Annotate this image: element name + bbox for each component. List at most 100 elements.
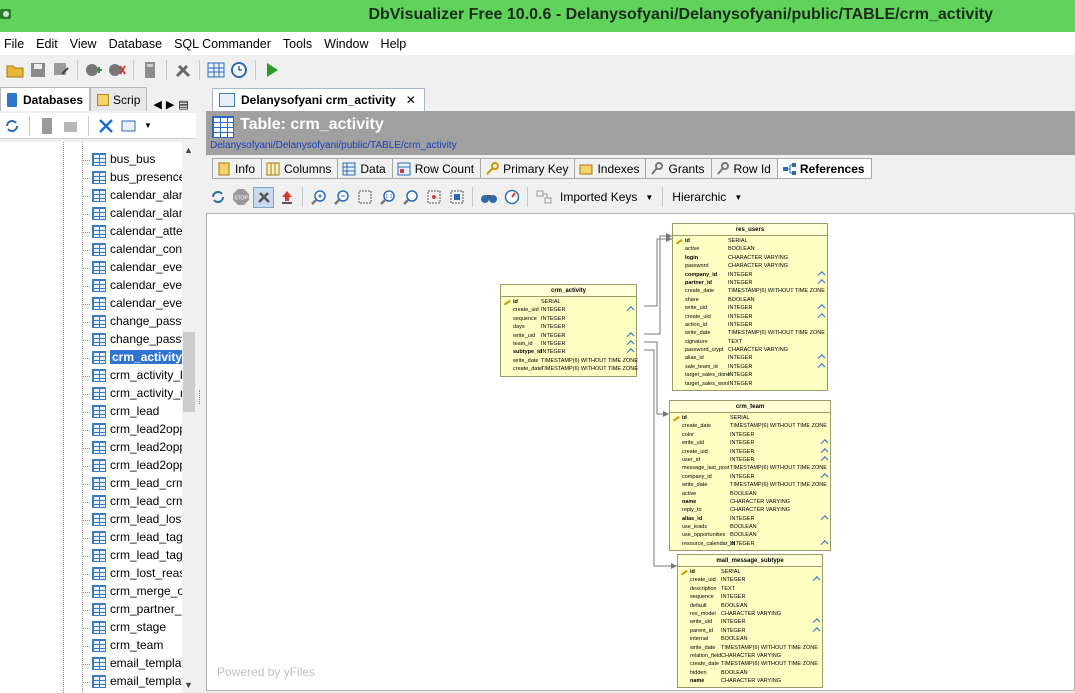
tree-item[interactable]: calendar_cont	[0, 241, 182, 259]
connect-icon[interactable]	[84, 60, 104, 80]
save-as-icon[interactable]	[51, 60, 71, 80]
er-column: write_uid INTEGER	[670, 439, 830, 448]
subtab-grants[interactable]: Grants	[645, 158, 711, 179]
er-table-crm-team[interactable]: crm_team id SERIAL create_date TIMESTAMP(6) …	[669, 400, 831, 552]
tab-list-icon[interactable]: ▤	[178, 98, 188, 111]
tree-item[interactable]: change_passw	[0, 313, 182, 331]
export-icon[interactable]	[276, 187, 297, 208]
document-tab[interactable]: Delanysofyani crm_activity ✕	[212, 88, 425, 111]
menu-sql-commander[interactable]: SQL Commander	[170, 37, 279, 51]
tree-item[interactable]: crm_activity_r	[0, 385, 182, 403]
subtab-row-count[interactable]: Row Count	[391, 158, 481, 179]
object-path[interactable]: Delanysofyani/Delanysofyani/public/TABLE…	[210, 140, 457, 151]
tree-item-label: crm_lost_reaso	[110, 566, 182, 580]
panel-splitter[interactable]	[196, 85, 204, 693]
subtab-indexes[interactable]: Indexes	[574, 158, 646, 179]
tree-item[interactable]: calendar_alarr	[0, 205, 182, 223]
subtab-data[interactable]: Data	[337, 158, 392, 179]
refresh-icon[interactable]	[207, 187, 228, 208]
tab-databases[interactable]: Databases	[0, 87, 91, 111]
tree-item[interactable]: crm_lead_tag	[0, 529, 182, 547]
subtab-primary-key[interactable]: Primary Key	[480, 158, 575, 179]
close-tab-icon[interactable]: ✕	[406, 93, 416, 107]
zoom-in-icon[interactable]	[308, 187, 329, 208]
er-table-crm-activity[interactable]: crm_activity id SERIAL create_uid INTEGER seq…	[500, 284, 638, 377]
save-icon[interactable]	[28, 60, 48, 80]
view-options-dropdown-icon[interactable]: ▼	[144, 121, 152, 130]
tree-item[interactable]: crm_lead_lost	[0, 511, 182, 529]
tree-item[interactable]: crm_lead_crm_	[0, 475, 182, 493]
fit-content-icon[interactable]	[423, 187, 444, 208]
tree-item[interactable]: bus_bus	[0, 151, 182, 169]
tree-item[interactable]: calendar_ever	[0, 295, 182, 313]
tree-item[interactable]: crm_lead2oppo	[0, 457, 182, 475]
tree-item[interactable]: crm_partner_b	[0, 601, 182, 619]
menu-file[interactable]: File	[0, 37, 32, 51]
open-folder-icon[interactable]	[5, 60, 25, 80]
layout-tools-icon[interactable]	[253, 186, 274, 208]
tree-item[interactable]: calendar_ever	[0, 277, 182, 295]
tree-item[interactable]: calendar_ever	[0, 259, 182, 277]
er-table-res-users[interactable]: res_users id SERIAL active BOOLEAN login CHARA…	[672, 223, 828, 392]
tree-item[interactable]: email_template	[0, 673, 182, 691]
subtab-row-id[interactable]: Row Id	[710, 158, 777, 179]
tree-item[interactable]: calendar_alarr	[0, 187, 182, 205]
graph-settings-icon[interactable]	[533, 187, 554, 208]
tree-item[interactable]: crm_lead2oppo	[0, 439, 182, 457]
tree-item[interactable]: crm_lead_crm_	[0, 493, 182, 511]
keys-combo[interactable]: Imported Keys ▼	[556, 187, 657, 208]
overview-binoculars-icon[interactable]	[478, 187, 499, 208]
layout-combo[interactable]: Hierarchic ▼	[668, 187, 746, 208]
scrollbar-thumb[interactable]	[183, 332, 195, 412]
fit-selection-icon[interactable]	[446, 187, 467, 208]
tools-icon[interactable]	[173, 60, 193, 80]
new-connection-icon[interactable]	[37, 116, 57, 136]
tree-item[interactable]: crm_team	[0, 637, 182, 655]
er-column-name: create_date	[685, 288, 715, 295]
tree-item[interactable]: crm_lost_reaso	[0, 565, 182, 583]
subtab-columns[interactable]: Columns	[261, 158, 338, 179]
tree-item[interactable]: crm_activity_l	[0, 367, 182, 385]
tree-item[interactable]: crm_activity	[0, 349, 182, 367]
disconnect-icon[interactable]	[107, 60, 127, 80]
scroll-down-icon[interactable]: ▼	[184, 680, 193, 690]
add-folder-icon[interactable]	[61, 116, 81, 136]
database-icon[interactable]	[140, 60, 160, 80]
select-area-icon[interactable]	[354, 187, 375, 208]
menu-database[interactable]: Database	[105, 37, 171, 51]
tree-item[interactable]: crm_lead	[0, 403, 182, 421]
navigate-icon[interactable]	[501, 187, 522, 208]
view-options-icon[interactable]	[120, 116, 140, 136]
menu-edit[interactable]: Edit	[32, 37, 66, 51]
tree-scrollbar[interactable]: ▲ ▼	[182, 142, 196, 693]
tree-item[interactable]: change_passw	[0, 331, 182, 349]
zoom-actual-icon[interactable]: 1:1	[377, 187, 398, 208]
subtab-info[interactable]: Info	[212, 158, 262, 179]
tab-scroll-right-icon[interactable]: ▶	[166, 98, 174, 111]
tree-item[interactable]: crm_stage	[0, 619, 182, 637]
menu-help[interactable]: Help	[377, 37, 415, 51]
tab-scroll-left-icon[interactable]: ◀	[153, 98, 161, 111]
tree-item[interactable]: crm_lead_tag_	[0, 547, 182, 565]
clock-icon[interactable]	[229, 60, 249, 80]
er-table-mail-message-subtype[interactable]: mail_message_subtype id SERIAL create_uid IN…	[677, 554, 823, 689]
run-icon[interactable]	[262, 60, 282, 80]
menu-window[interactable]: Window	[320, 37, 376, 51]
tree-item[interactable]: crm_merge_op	[0, 583, 182, 601]
tree-item[interactable]: calendar_atter	[0, 223, 182, 241]
references-graph-canvas[interactable]: crm_activity id SERIAL create_uid INTEGER seq…	[206, 213, 1075, 691]
menu-tools[interactable]: Tools	[279, 37, 320, 51]
tab-scripts[interactable]: Scrip	[90, 87, 148, 111]
zoom-out-icon[interactable]	[331, 187, 352, 208]
stop-icon[interactable]: STOP	[230, 187, 251, 208]
tree-item[interactable]: bus_presence	[0, 169, 182, 187]
tree-item[interactable]: email_template	[0, 655, 182, 673]
table-grid-icon[interactable]	[206, 60, 226, 80]
subtab-references[interactable]: References	[776, 158, 872, 179]
menu-view[interactable]: View	[66, 37, 105, 51]
filter-icon[interactable]	[96, 116, 116, 136]
tree-item[interactable]: crm_lead2oppo	[0, 421, 182, 439]
refresh-icon[interactable]	[2, 116, 22, 136]
zoom-fit-icon[interactable]	[400, 187, 421, 208]
scroll-up-icon[interactable]: ▲	[184, 145, 193, 155]
